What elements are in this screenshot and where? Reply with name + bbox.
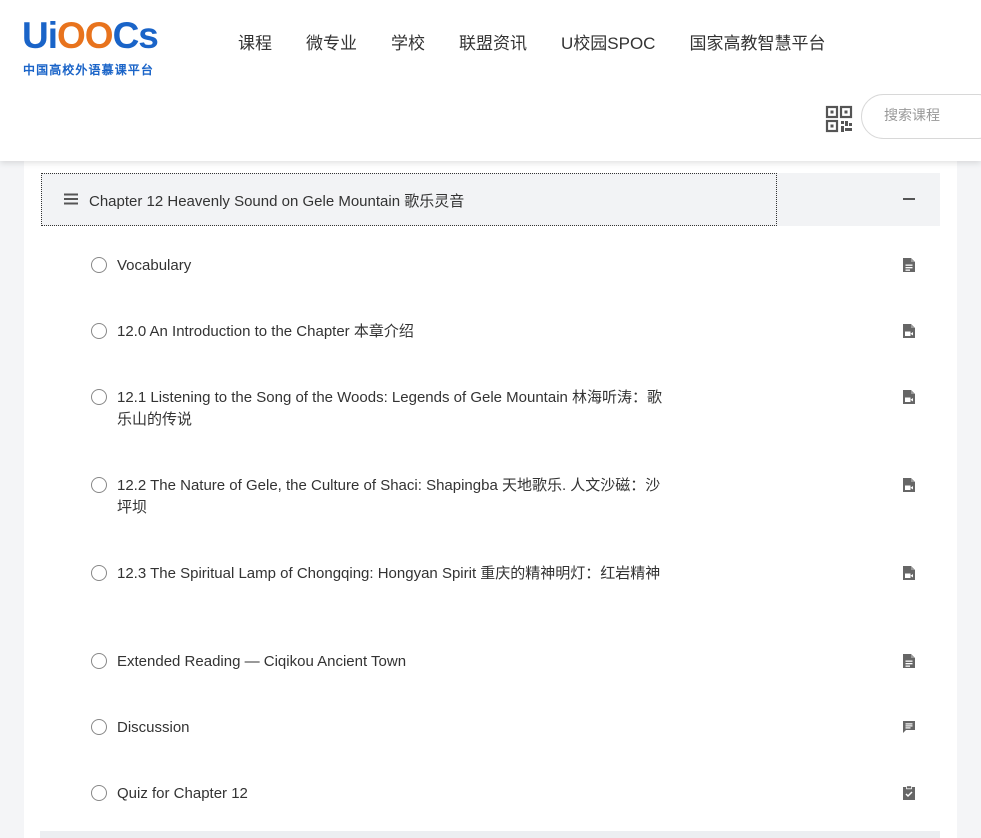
document-icon [903,654,915,668]
nav-smart-platform[interactable]: 国家高教智慧平台 [689,30,825,58]
logo-letters-cs: Cs [112,15,159,56]
search-box [861,94,981,139]
chapter-header[interactable]: Chapter 12 Heavenly Sound on Gele Mounta… [41,173,940,226]
video-document-icon [903,566,915,580]
qr-code-icon[interactable] [825,105,853,133]
video-document-icon [903,478,915,492]
radio-circle-icon [91,565,107,581]
next-chapter-header-edge [40,831,940,838]
logo-subtitle: 中国高校外语慕课平台 [23,63,155,77]
lesson-title: Quiz for Chapter 12 [117,785,248,802]
site-header: UiOOCs 中国高校外语慕课平台 课程 微专业 学校 联盟资讯 U校园SPOC… [0,0,981,161]
radio-circle-icon [91,257,107,273]
video-document-icon [903,390,915,404]
chapter-title: Chapter 12 Heavenly Sound on Gele Mounta… [89,193,465,210]
logo-letters-oo: OO [57,15,114,56]
lesson-title: Vocabulary [117,257,192,274]
chat-icon [903,721,915,733]
lesson-title: 12.2 The Nature of Gele, the Culture of … [117,477,661,516]
radio-circle-icon [91,323,107,339]
lesson-title: 12.3 The Spiritual Lamp of Chongqing: Ho… [117,565,661,582]
nav-courses[interactable]: 课程 [238,30,272,58]
minus-icon[interactable] [903,198,915,200]
radio-circle-icon [91,653,107,669]
logo-wordmark: UiOOCs [22,15,159,56]
search-input[interactable] [884,107,981,123]
main-nav: 课程 微专业 学校 联盟资讯 U校园SPOC 国家高教智慧平台 [238,30,859,58]
quiz-icon [903,785,915,800]
nav-micro-major[interactable]: 微专业 [306,30,357,58]
lesson-title: 12.1 Listening to the Song of the Woods:… [117,389,663,428]
menu-icon [64,193,78,205]
radio-circle-icon [91,719,107,735]
lesson-title: Extended Reading — Ciqikou Ancient Town [117,653,407,670]
logo-letter-u: U [22,15,49,56]
document-icon [903,258,915,272]
radio-circle-icon [91,477,107,493]
radio-circle-icon [91,785,107,801]
umoocs-logo[interactable]: UiOOCs 中国高校外语慕课平台 [22,15,167,78]
nav-schools[interactable]: 学校 [391,30,425,58]
lesson-title: Discussion [117,719,190,736]
logo-letter-i: i [47,15,58,56]
video-document-icon [903,324,915,338]
nav-u-campus-spoc[interactable]: U校园SPOC [561,30,655,58]
radio-circle-icon [91,389,107,405]
lesson-title: 12.0 An Introduction to the Chapter 本章介绍 [117,323,414,340]
nav-alliance-news[interactable]: 联盟资讯 [459,30,527,58]
